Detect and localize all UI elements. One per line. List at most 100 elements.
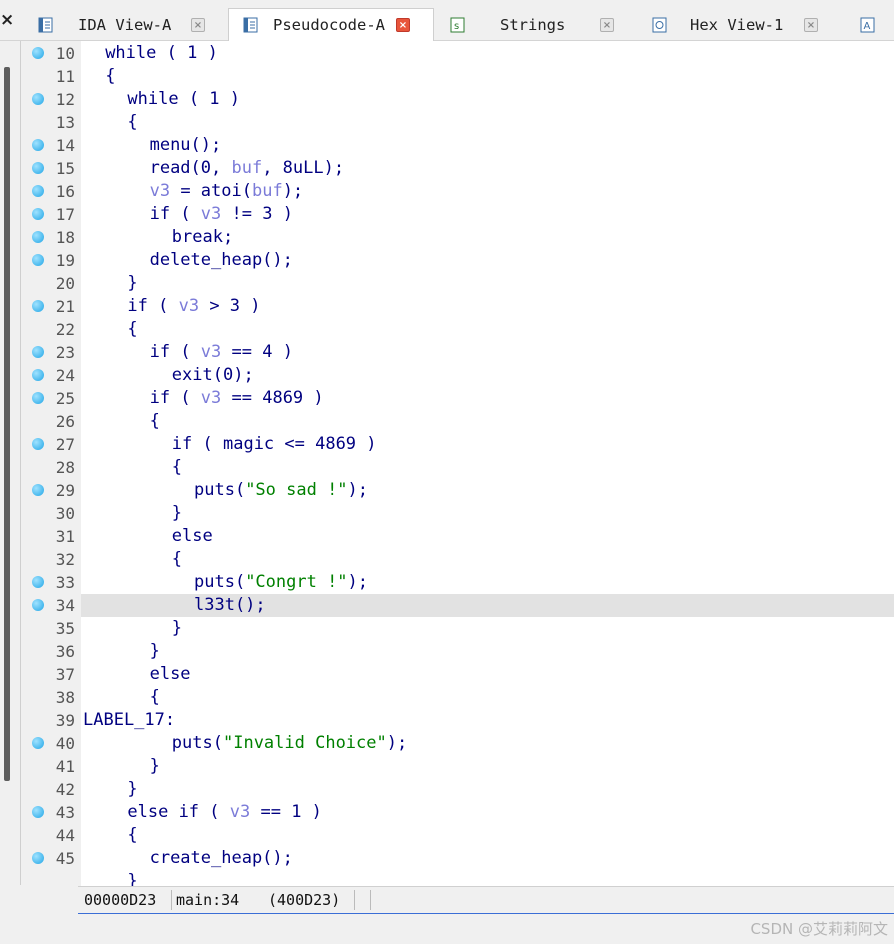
breakpoint-dot-icon[interactable] [32, 231, 44, 243]
code-line[interactable]: 35} [21, 617, 894, 640]
code-line[interactable]: 19 delete_heap(); [21, 249, 894, 272]
breakpoint-dot-icon[interactable] [32, 162, 44, 174]
status-address: 00000D23 [84, 891, 157, 909]
code-text: { [150, 410, 160, 433]
close-tab-icon[interactable]: × [804, 18, 818, 32]
code-line[interactable]: 29 puts("So sad !"); [21, 479, 894, 502]
tab-hex-view-1[interactable]: Hex View-1 × [638, 10, 838, 40]
status-bar: 00000D23 main:34 (400D23) [78, 886, 894, 914]
line-number: 43 [55, 803, 75, 822]
breakpoint-dot-icon[interactable] [32, 139, 44, 151]
tab-label: IDA View-A [78, 16, 172, 34]
code-line[interactable]: 45 create_heap(); [21, 847, 894, 870]
code-token: { [171, 457, 183, 477]
breakpoint-dot-icon[interactable] [32, 576, 44, 588]
code-line[interactable]: 24 exit(0); [21, 364, 894, 387]
breakpoint-dot-icon[interactable] [32, 438, 44, 450]
code-line[interactable]: 26 { [21, 410, 894, 433]
pseudocode-editor[interactable]: 10 while ( 1 ) 11{12 while ( 1 ) 13{14 menu()… [21, 41, 894, 886]
code-token: delete_heap(); [149, 250, 293, 270]
left-scrollbar[interactable] [0, 41, 21, 885]
code-line[interactable]: 38 { [21, 686, 894, 709]
code-line[interactable]: 14 menu(); [21, 134, 894, 157]
code-line[interactable]: 15 read(0, buf, 8uLL); [21, 157, 894, 180]
code-line[interactable]: 11 { [21, 65, 894, 88]
code-text: } [172, 502, 182, 525]
code-line[interactable]: 43 else if ( v3 == 1 ) [21, 801, 894, 824]
code-line[interactable]: 20} [21, 272, 894, 295]
code-text: { [150, 686, 160, 709]
code-line[interactable]: 13 { [21, 111, 894, 134]
code-line[interactable]: 27 if ( magic <= 4869 ) [21, 433, 894, 456]
breakpoint-dot-icon[interactable] [32, 392, 44, 404]
breakpoint-dot-icon[interactable] [32, 300, 44, 312]
tab-ida-view-a[interactable]: IDA View-A × [24, 10, 226, 40]
code-line[interactable]: 22 { [21, 318, 894, 341]
code-line[interactable]: 17 if ( v3 != 3 ) [21, 203, 894, 226]
code-line[interactable]: 31 else [21, 525, 894, 548]
close-tab-icon[interactable]: × [600, 18, 614, 32]
line-number: 15 [55, 159, 75, 178]
code-line[interactable]: 10 while ( 1 ) [21, 42, 894, 65]
breakpoint-dot-icon[interactable] [32, 369, 44, 381]
code-line[interactable]: 42} [21, 778, 894, 801]
close-icon[interactable]: × [0, 8, 14, 32]
code-line[interactable]: 25 if ( v3 == 4869 ) [21, 387, 894, 410]
structures-icon: A [860, 17, 875, 33]
code-line[interactable]: 40 puts("Invalid Choice"); [21, 732, 894, 755]
tab-strings[interactable]: s Strings × [436, 10, 636, 40]
breakpoint-dot-icon[interactable] [32, 254, 44, 266]
code-line[interactable]: 32 { [21, 548, 894, 571]
code-token: ); [347, 572, 369, 592]
breakpoint-dot-icon[interactable] [32, 93, 44, 105]
code-token: == 4 ) [221, 342, 293, 362]
breakpoint-dot-icon[interactable] [32, 185, 44, 197]
close-tab-icon[interactable]: × [396, 18, 410, 32]
code-line[interactable]: 16 v3 = atoi(buf); [21, 180, 894, 203]
code-line[interactable]: 33 puts("Congrt !"); [21, 571, 894, 594]
code-token: { [149, 687, 160, 707]
code-token: == 4869 ) [221, 388, 324, 408]
code-line[interactable]: 23 if ( v3 == 4 ) [21, 341, 894, 364]
breakpoint-dot-icon[interactable] [32, 346, 44, 358]
code-line[interactable]: } [21, 870, 894, 886]
code-line[interactable]: 39 LABEL_17: [21, 709, 894, 732]
breakpoint-dot-icon[interactable] [32, 484, 44, 496]
code-text: } [127, 272, 137, 295]
code-line[interactable]: 41} [21, 755, 894, 778]
code-token: buf [251, 181, 283, 201]
status-separator [370, 890, 371, 910]
line-number: 20 [55, 274, 75, 293]
line-number: 41 [55, 757, 75, 776]
code-line[interactable]: 18 break; [21, 226, 894, 249]
breakpoint-dot-icon[interactable] [32, 47, 44, 59]
code-token: , 8uLL); [262, 158, 345, 178]
breakpoint-dot-icon[interactable] [32, 599, 44, 611]
tab-structures[interactable]: A [840, 10, 894, 40]
tab-pseudocode-a[interactable]: Pseudocode-A × [228, 8, 434, 41]
code-line[interactable]: 37 else [21, 663, 894, 686]
breakpoint-dot-icon[interactable] [32, 737, 44, 749]
code-line[interactable]: 21 if ( v3 > 3 ) [21, 295, 894, 318]
code-token: == 1 ) [250, 802, 322, 822]
code-line-current[interactable]: 34 l33t(); [21, 594, 894, 617]
code-line[interactable]: 12 while ( 1 ) [21, 88, 894, 111]
scrollbar-thumb[interactable] [4, 67, 10, 781]
code-token: } [149, 756, 160, 776]
code-token: v3 [200, 388, 222, 408]
code-text: if ( v3 == 4 ) [150, 341, 293, 364]
code-token: != 3 ) [221, 204, 293, 224]
breakpoint-dot-icon[interactable] [32, 208, 44, 220]
code-token: exit(0); [171, 365, 254, 385]
code-line[interactable]: 36} [21, 640, 894, 663]
breakpoint-dot-icon[interactable] [32, 806, 44, 818]
code-line[interactable]: 30} [21, 502, 894, 525]
breakpoint-dot-icon[interactable] [32, 852, 44, 864]
code-text: puts("Congrt !"); [194, 571, 368, 594]
close-tab-icon[interactable]: × [191, 18, 205, 32]
code-token: { [149, 411, 160, 431]
code-token: ( [170, 342, 201, 362]
code-line[interactable]: 44 { [21, 824, 894, 847]
code-token: ); [282, 181, 304, 201]
code-line[interactable]: 28 { [21, 456, 894, 479]
